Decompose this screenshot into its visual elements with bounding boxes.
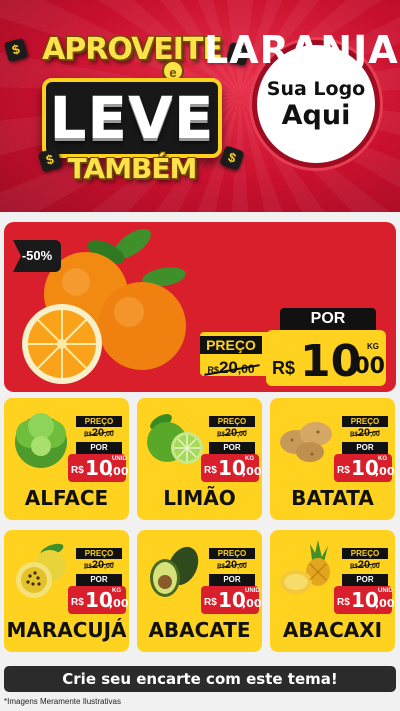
new-price-unit: KG [378, 456, 387, 462]
new-price-label: POR [342, 442, 388, 454]
product-card-limao[interactable]: PREÇO R$20,00 POR R$ 10 ,00 KG LIMÃO [137, 398, 262, 520]
new-price-unit: KG [367, 342, 379, 351]
product-name: ALFACE [24, 486, 109, 510]
new-price-box: R$ 10 ,00 KG [334, 454, 395, 482]
old-price-label: PREÇO [342, 416, 388, 427]
new-price-box: R$ 10 ,00 UNID [334, 586, 395, 614]
new-price-unit: UNID [112, 456, 127, 462]
product-name: LIMÃO [163, 486, 236, 510]
old-price-label: PREÇO [209, 548, 255, 559]
passion-fruit-icon [16, 543, 66, 598]
product-name: BATATA [291, 486, 374, 510]
new-price-dec: ,00 [346, 354, 385, 379]
cta-banner[interactable]: Crie seu encarte com este tema! [4, 666, 396, 692]
new-price-dec: ,00 [242, 597, 262, 610]
lettuce-icon [15, 413, 67, 468]
disclaimer-text: *Imagens Meramente Ilustrativas [4, 697, 121, 706]
new-price-label: POR [76, 574, 122, 586]
product-name: ABACATE [148, 618, 251, 642]
new-price-box: R$ 10 ,00 UNID [201, 586, 262, 614]
old-price-label: PREÇO [342, 548, 388, 559]
new-price-currency: R$ [337, 597, 350, 608]
logo-text-line2: Aqui [281, 99, 351, 131]
old-price-label: PREÇO [200, 336, 262, 354]
new-price-unit: KG [245, 456, 254, 462]
new-price-dec: ,00 [375, 465, 395, 478]
new-price-unit: UNID [245, 588, 260, 594]
old-price-label: PREÇO [76, 416, 122, 427]
product-name: MARACUJÁ [6, 618, 127, 642]
new-price-label: POR [76, 442, 122, 454]
logo-text-line1: Sua Logo [266, 77, 366, 100]
old-price-value: R$20,00 [342, 427, 388, 439]
new-price-currency: R$ [71, 465, 84, 476]
new-price-currency: R$ [71, 597, 84, 608]
product-card-maracuja[interactable]: PREÇO R$20,00 POR R$ 10 ,00 KG MARACUJÁ [4, 530, 129, 652]
new-price-label: POR [209, 574, 255, 586]
new-price-label: POR [280, 308, 376, 330]
new-price-label: POR [342, 574, 388, 586]
new-price-unit: UNID [378, 588, 393, 594]
lime-icon [147, 414, 203, 464]
old-price-value: R$20,00 [76, 559, 122, 571]
product-card-abacaxi[interactable]: PREÇO R$20,00 POR R$ 10 ,00 UNID ABACAXI [270, 530, 395, 652]
potato-icon [280, 422, 332, 462]
new-price-unit: KG [112, 588, 121, 594]
new-price-currency: R$ [272, 358, 296, 378]
new-price-dec: ,00 [109, 465, 129, 478]
avocado-icon [150, 546, 199, 597]
new-price-currency: R$ [204, 465, 217, 476]
new-price-dec: ,00 [375, 597, 395, 610]
old-price-value: R$20,00 [209, 559, 255, 571]
old-price-value: R$20,00 [76, 427, 122, 439]
product-card-batata[interactable]: PREÇO R$20,00 POR R$ 10 ,00 KG BATATA [270, 398, 395, 520]
old-price-value: R$20,00 [200, 358, 262, 378]
new-price-currency: R$ [204, 597, 217, 608]
new-price-dec: ,00 [242, 465, 262, 478]
pineapple-icon [280, 540, 330, 594]
old-price-label: PREÇO [209, 416, 255, 427]
promo-leve: LEVE [42, 78, 222, 158]
new-price-box: R$ 10 ,00 KG [68, 586, 129, 614]
old-price-value: R$20,00 [342, 559, 388, 571]
new-price-box: R$ 10 ,00 KG [201, 454, 262, 482]
new-price-label: POR [209, 442, 255, 454]
product-card-abacate[interactable]: PREÇO R$20,00 POR R$ 10 ,00 UNID ABACATE [137, 530, 262, 652]
new-price-dec: ,00 [109, 597, 129, 610]
product-name: ABACAXI [282, 618, 383, 642]
featured-product-name: LARANJA [204, 28, 399, 72]
new-price-box: R$ 10 ,00 UNID [68, 454, 129, 482]
new-price-currency: R$ [337, 465, 350, 476]
old-price-value: R$20,00 [209, 427, 255, 439]
old-price-label: PREÇO [76, 548, 122, 559]
product-card-alface[interactable]: PREÇO R$20,00 POR R$ 10 ,00 UNID ALFACE [4, 398, 129, 520]
